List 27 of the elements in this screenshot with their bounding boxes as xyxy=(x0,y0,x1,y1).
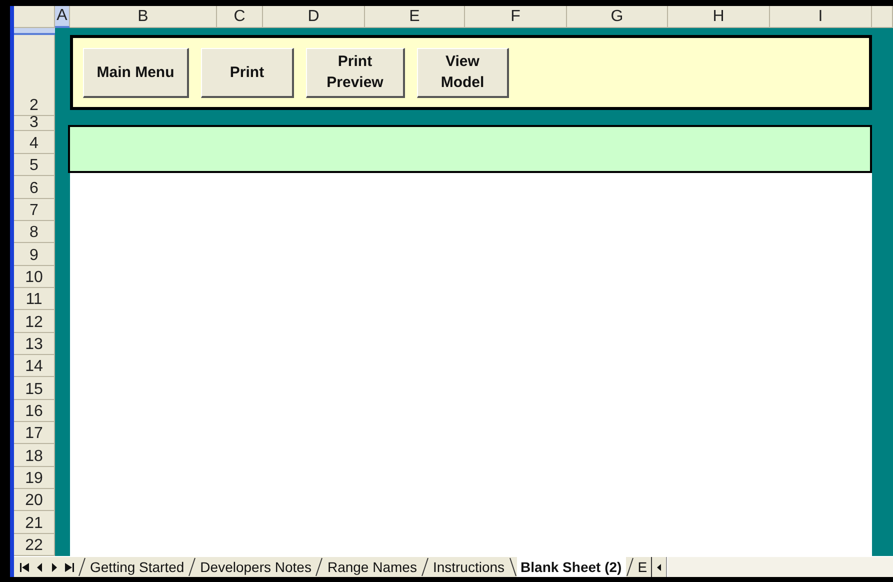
column-header[interactable]: G xyxy=(567,6,668,28)
tab-divider xyxy=(508,557,517,577)
tab-divider xyxy=(315,557,324,577)
previous-sheet-icon[interactable] xyxy=(35,562,44,572)
tab-divider xyxy=(626,557,634,577)
column-header[interactable]: I xyxy=(770,6,872,28)
column-header[interactable]: C xyxy=(217,6,263,28)
column-header[interactable]: B xyxy=(70,6,217,28)
tab-divider xyxy=(78,557,86,577)
row-header[interactable] xyxy=(14,28,55,35)
horizontal-scrollbar[interactable] xyxy=(667,557,893,577)
macro-button[interactable]: Print xyxy=(201,48,294,98)
first-sheet-icon[interactable] xyxy=(20,562,29,572)
column-header[interactable]: D xyxy=(263,6,365,28)
sheet-tab[interactable]: Blank Sheet (2) xyxy=(516,556,626,577)
column-header[interactable]: A xyxy=(55,6,70,28)
last-sheet-icon[interactable] xyxy=(65,562,74,572)
column-header[interactable]: H xyxy=(668,6,770,28)
scroll-left-icon[interactable] xyxy=(657,564,662,570)
tab-divider xyxy=(188,557,196,577)
column-header[interactable]: E xyxy=(365,6,465,28)
next-sheet-icon[interactable] xyxy=(50,562,59,572)
tab-divider xyxy=(420,557,429,577)
macro-button[interactable]: View Model xyxy=(417,48,509,98)
column-header[interactable]: F xyxy=(465,6,567,28)
macro-button[interactable]: Print Preview xyxy=(306,48,405,98)
macro-button[interactable]: Main Menu xyxy=(83,48,189,98)
